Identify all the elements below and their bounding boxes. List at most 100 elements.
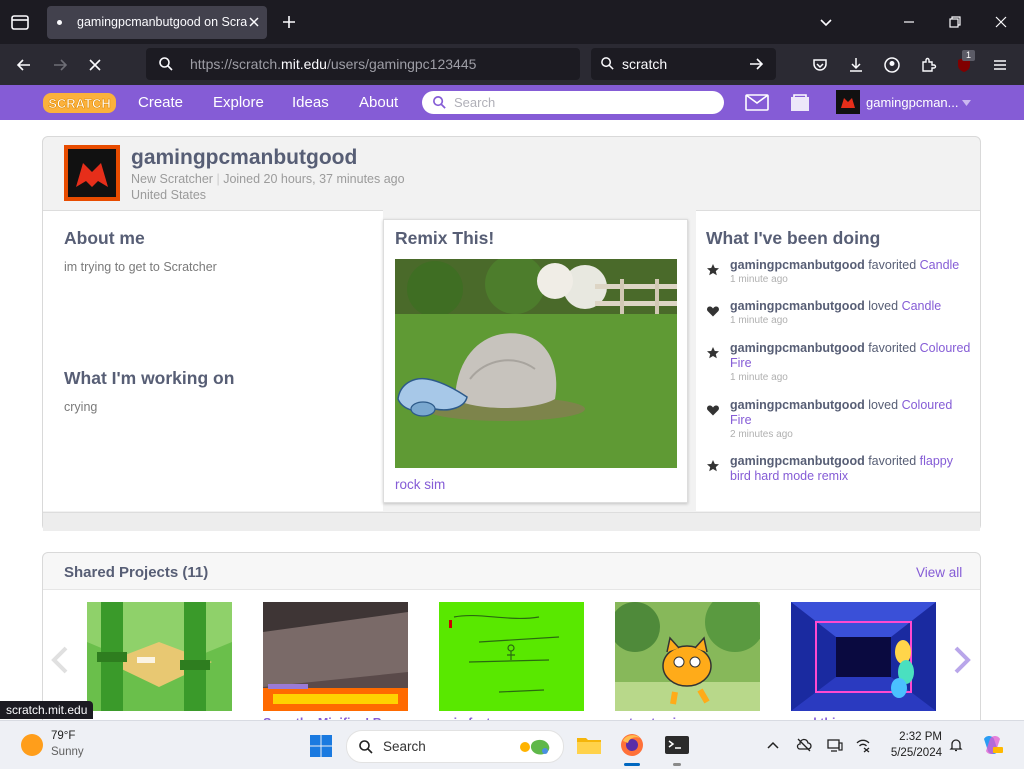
display-icon[interactable] — [827, 737, 843, 753]
extension-badge: 1 — [962, 50, 975, 61]
activity-column: What I've been doing gamingpcmanbutgood … — [696, 210, 980, 511]
nav-about-link[interactable]: About — [359, 94, 398, 111]
clock-date: 5/25/2024 — [890, 747, 942, 759]
featured-heading: Remix This! — [395, 228, 495, 248]
link-status-tooltip: scratch.mit.edu — [0, 701, 94, 719]
url-text: https://scratch.mit.edu/users/gamingpc12… — [190, 56, 477, 72]
profile-card-footer — [43, 512, 980, 531]
project-carousel: Save the Minifigs! B... coin fast — [43, 589, 980, 731]
project-thumbnail[interactable] — [263, 602, 408, 711]
browser-tab-active[interactable]: gamingpcmanbutgood on Scratch — [47, 6, 267, 39]
project-thumbnail[interactable] — [87, 602, 232, 711]
featured-project-title[interactable]: rock sim — [395, 477, 445, 492]
profile-joined: Joined 20 hours, 37 minutes ago — [223, 172, 405, 186]
project-thumbnail[interactable] — [439, 602, 584, 711]
featured-project: Remix This! rock sim — [383, 219, 688, 503]
messages-icon[interactable] — [745, 94, 769, 111]
taskbar-search-label: Search — [383, 739, 426, 754]
tab-title: gamingpcmanbutgood on Scratch — [77, 15, 247, 29]
tab-favicon — [57, 20, 62, 25]
activity-item: gamingpcmanbutgood favorited Coloured Fi… — [730, 341, 971, 383]
carousel-prev-icon[interactable] — [51, 646, 69, 674]
project-thumbnail[interactable] — [791, 602, 936, 711]
go-arrow-icon[interactable] — [748, 56, 764, 72]
view-all-link[interactable]: View all — [916, 565, 962, 580]
list-all-tabs-icon[interactable] — [818, 14, 834, 30]
search-icon — [601, 57, 614, 70]
weather-temperature[interactable]: 79°F — [51, 730, 75, 742]
shared-projects-heading: Shared Projects (11) — [64, 564, 209, 581]
carousel-next-icon[interactable] — [953, 646, 971, 674]
taskbar-search-box[interactable]: Search — [346, 730, 564, 763]
working-on-text: crying — [64, 400, 98, 414]
search-icon — [159, 57, 173, 71]
scratch-search-placeholder: Search — [454, 95, 496, 110]
windows-taskbar: 79°F Sunny Search 2:32 PM 5/25/2024 — [0, 720, 1024, 769]
chevron-up-icon[interactable] — [765, 737, 781, 753]
profile-avatar — [64, 145, 120, 201]
nav-create-link[interactable]: Create — [138, 94, 183, 111]
search-icon — [359, 740, 373, 754]
activity-heading: What I've been doing — [706, 228, 881, 248]
close-window-icon[interactable] — [993, 14, 1009, 30]
restore-icon[interactable] — [947, 14, 963, 30]
network-icon[interactable] — [855, 737, 871, 753]
star-icon — [707, 347, 719, 359]
scratch-logo[interactable]: SCRATCH — [42, 91, 117, 115]
profile-rank: New Scratcher — [131, 172, 213, 186]
close-tab-icon[interactable] — [247, 15, 261, 29]
windows-start-icon[interactable] — [309, 734, 333, 758]
chevron-down-icon[interactable] — [962, 100, 971, 106]
account-username[interactable]: gamingpcman... — [866, 95, 959, 110]
stop-loading-icon[interactable] — [86, 56, 104, 74]
system-clock[interactable]: 2:32 PM 5/25/2024 — [886, 729, 942, 761]
weather-sun-icon[interactable] — [21, 734, 43, 756]
project-thumbnail[interactable] — [615, 602, 760, 711]
firefox-active-indicator — [624, 763, 640, 766]
terminal-running-indicator — [673, 763, 681, 766]
file-explorer-icon[interactable] — [576, 733, 602, 757]
nav-ideas-link[interactable]: Ideas — [292, 94, 329, 111]
extensions-icon[interactable] — [919, 56, 937, 74]
activity-item: gamingpcmanbutgood loved Coloured Fire 2… — [730, 398, 953, 440]
about-me-heading: About me — [64, 228, 145, 248]
activity-item: gamingpcmanbutgood favorited Candle 1 mi… — [730, 258, 960, 285]
search-highlight-icon — [520, 739, 550, 755]
downloads-icon[interactable] — [847, 56, 865, 74]
scratch-search-input[interactable]: Search — [422, 91, 724, 114]
back-icon[interactable] — [15, 56, 33, 74]
about-me-text: im trying to get to Scratcher — [64, 260, 217, 274]
featured-project-thumbnail[interactable] — [395, 259, 677, 468]
weather-description[interactable]: Sunny — [51, 746, 84, 758]
activity-item: gamingpcmanbutgood loved Candle 1 minute… — [730, 299, 942, 326]
pocket-icon[interactable] — [811, 56, 829, 74]
forward-icon[interactable] — [51, 56, 69, 74]
search-icon — [433, 96, 446, 109]
minimize-icon[interactable] — [901, 14, 917, 30]
profile-username: gamingpcmanbutgood — [131, 146, 358, 169]
star-icon — [707, 264, 719, 276]
cloud-sync-icon[interactable] — [796, 737, 812, 753]
account-icon[interactable] — [883, 56, 901, 74]
firefox-icon[interactable] — [619, 733, 645, 757]
nav-explore-link[interactable]: Explore — [213, 94, 264, 111]
address-bar[interactable]: https://scratch.mit.edu/users/gamingpc12… — [146, 48, 580, 80]
user-avatar[interactable] — [836, 90, 860, 114]
search-bar-value: scratch — [622, 56, 668, 72]
copilot-icon[interactable] — [980, 733, 1004, 757]
scratch-navbar: SCRATCH Create Explore Ideas About Searc… — [0, 85, 1024, 120]
heart-icon — [707, 405, 719, 416]
star-icon — [707, 460, 719, 472]
web-search-bar[interactable]: scratch — [591, 48, 776, 80]
my-stuff-icon[interactable] — [789, 93, 811, 113]
notification-bell-icon[interactable] — [948, 737, 964, 753]
terminal-icon[interactable] — [664, 733, 690, 757]
profile-card: gamingpcmanbutgood New Scratcher | Joine… — [42, 136, 981, 531]
menu-icon[interactable] — [991, 56, 1009, 74]
tab-list-icon[interactable] — [8, 11, 32, 33]
shared-projects-section: Shared Projects (11) View all — [42, 552, 981, 732]
browser-toolbar: https://scratch.mit.edu/users/gamingpc12… — [0, 44, 1024, 85]
profile-country: United States — [131, 188, 207, 202]
new-tab-icon[interactable] — [281, 14, 297, 30]
browser-tab-bar: gamingpcmanbutgood on Scratch — [0, 0, 1024, 44]
